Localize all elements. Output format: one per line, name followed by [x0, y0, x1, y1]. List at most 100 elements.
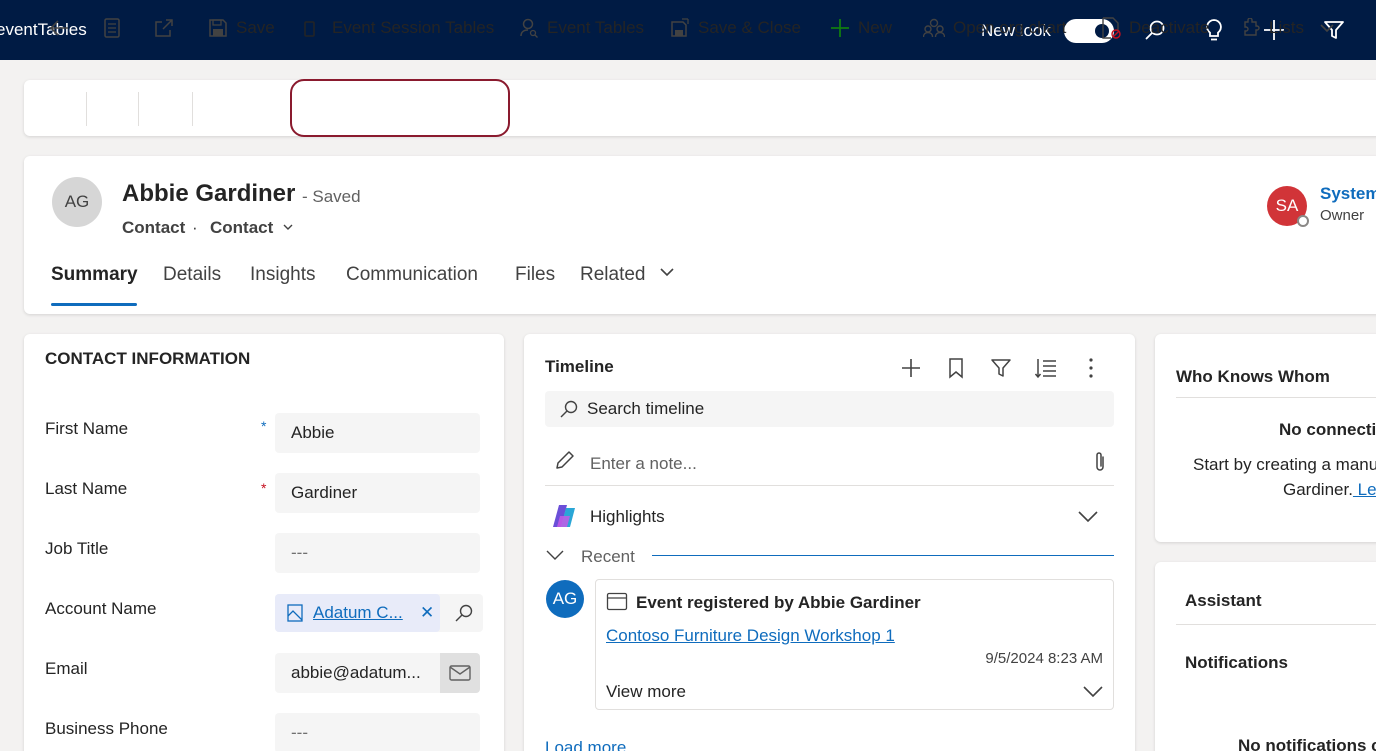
empty-state-text: Start by creating a manu [1193, 455, 1376, 474]
separator [192, 92, 193, 126]
table-icon [304, 21, 315, 37]
tab-files[interactable]: Files [515, 264, 555, 286]
tab-related[interactable]: Related [580, 264, 675, 286]
divider [1176, 397, 1376, 398]
save-close-label: Save & Close [698, 18, 801, 37]
popout-button[interactable] [153, 0, 183, 56]
notifications-title: Notifications [1185, 653, 1288, 672]
send-email-button[interactable] [440, 653, 480, 693]
note-input[interactable]: Enter a note... [590, 454, 697, 474]
section-title: CONTACT INFORMATION [45, 349, 251, 368]
calendar-icon [606, 592, 628, 611]
timeline-item-title: Event registered by Abbie Gardiner [636, 593, 921, 612]
copilot-icon [553, 505, 575, 527]
more-commands-button[interactable] [1319, 0, 1343, 56]
job-title-label: Job Title [45, 539, 109, 558]
chevron-down-icon[interactable] [1082, 683, 1104, 699]
owner-name[interactable]: System [1320, 184, 1376, 204]
new-button[interactable]: New [830, 0, 892, 56]
business-phone-label: Business Phone [45, 719, 168, 738]
event-session-tables-button[interactable]: Event Session Tables [304, 0, 494, 56]
save-button[interactable]: Save [208, 0, 275, 56]
more-options-icon[interactable] [1083, 357, 1099, 379]
back-arrow-icon [49, 20, 68, 36]
event-link[interactable]: Contoso Furniture Design Workshop 1 [606, 626, 895, 646]
tab-details[interactable]: Details [163, 264, 221, 286]
record-title: Abbie Gardiner [122, 180, 296, 207]
active-tab-indicator [51, 303, 137, 306]
view-more-button[interactable]: View more [606, 682, 686, 702]
empty-state-title: No connecti [1279, 420, 1376, 439]
attachment-icon[interactable] [1092, 450, 1108, 474]
command-bar [24, 80, 1376, 136]
event-tables-label: Event Tables [547, 18, 645, 37]
business-phone-field[interactable]: --- [275, 713, 480, 751]
last-name-field[interactable]: Gardiner [275, 473, 480, 513]
chevron-down-icon [660, 268, 674, 277]
section-title: Assistant [1185, 591, 1262, 610]
divider [545, 485, 1114, 486]
mail-icon [449, 665, 471, 681]
entity-name: Contact [122, 218, 186, 237]
deactivate-label: Deactivate [1129, 18, 1210, 37]
document-icon [104, 18, 120, 38]
open-in-new-window-icon [155, 19, 173, 37]
first-name-field[interactable]: Abbie [275, 413, 480, 453]
form-selector[interactable]: Contact [210, 218, 294, 238]
lists-label: Lists [1269, 18, 1304, 37]
puzzle-icon [1244, 18, 1260, 36]
chevron-down-icon[interactable] [1077, 507, 1099, 525]
recent-label: Recent [581, 547, 635, 566]
separator [86, 92, 87, 126]
save-close-button[interactable]: Save & Close [670, 0, 801, 56]
timeline-search-input[interactable]: Search timeline [545, 391, 1114, 427]
required-indicator: * [261, 480, 267, 496]
email-field[interactable]: abbie@adatum... [275, 653, 441, 693]
chevron-down-icon [283, 224, 293, 230]
tab-insights[interactable]: Insights [250, 264, 315, 286]
save-status: - Saved [302, 187, 361, 206]
empty-state-title: No notifications c [1238, 736, 1376, 751]
timeline-title: Timeline [545, 357, 614, 376]
divider [652, 555, 1114, 556]
event-tables-button[interactable]: Event Tables [519, 0, 644, 56]
tab-communication[interactable]: Communication [346, 264, 478, 286]
presence-indicator [1297, 215, 1309, 227]
tab-related-label: Related [580, 264, 646, 285]
deactivate-button[interactable]: Deactivate [1101, 0, 1209, 56]
tab-summary[interactable]: Summary [51, 264, 138, 286]
highlights-label[interactable]: Highlights [590, 507, 665, 527]
filter-icon[interactable] [990, 357, 1012, 379]
avatar: AG [52, 177, 102, 227]
chevron-down-icon[interactable] [545, 548, 565, 562]
job-title-field[interactable]: --- [275, 533, 480, 573]
open-org-chart-button[interactable]: Open org chart [923, 0, 1066, 56]
save-close-icon [671, 18, 689, 37]
timeline-item[interactable]: Event registered by Abbie Gardiner Conto… [595, 579, 1114, 710]
back-button[interactable] [48, 0, 78, 56]
save-icon [209, 19, 227, 37]
separator-dot: · [192, 218, 198, 237]
chevron-down-icon [1320, 24, 1334, 33]
load-more-link[interactable]: Load more [545, 738, 626, 751]
bookmark-icon[interactable] [947, 357, 965, 379]
save-label: Save [236, 18, 275, 37]
search-icon [455, 604, 473, 622]
clear-icon[interactable]: ✕ [420, 603, 434, 623]
empty-state-text: Gardiner. Le [1283, 480, 1376, 500]
add-icon[interactable] [901, 358, 921, 378]
account-chip[interactable]: Adatum C... [275, 594, 440, 632]
new-label: New [858, 18, 893, 37]
learn-more-link[interactable]: Le [1353, 480, 1376, 499]
avatar: AG [546, 580, 584, 618]
form-view-button[interactable] [103, 0, 129, 56]
form-name: Contact [210, 218, 274, 237]
pencil-icon [556, 451, 574, 469]
first-name-label: First Name [45, 419, 129, 438]
lists-button[interactable]: Lists [1241, 0, 1304, 56]
section-title: Who Knows Whom [1176, 367, 1330, 386]
required-indicator: * [261, 418, 267, 434]
sort-icon[interactable] [1035, 357, 1057, 379]
account-link[interactable]: Adatum C... [313, 603, 403, 623]
org-chart-icon [923, 18, 945, 38]
